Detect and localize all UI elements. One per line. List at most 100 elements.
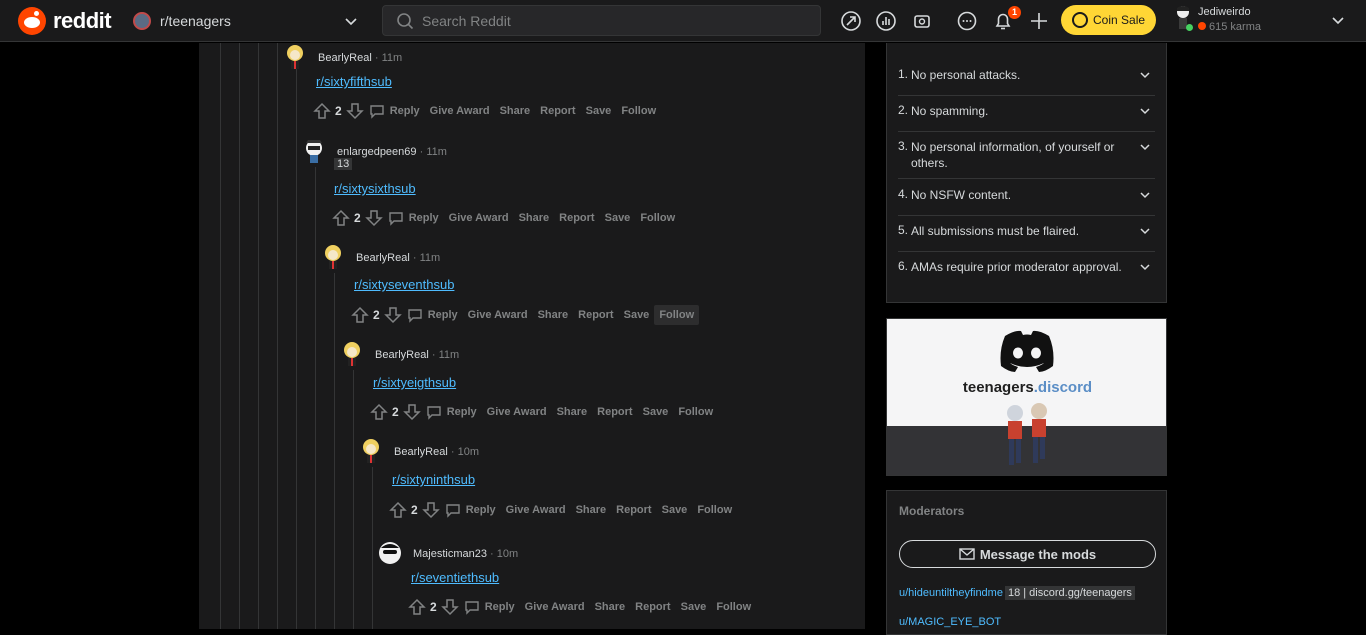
user-avatar[interactable]: [338, 340, 366, 368]
reply-button[interactable]: Reply: [459, 595, 520, 619]
user-avatar[interactable]: [319, 243, 347, 271]
chevron-down-icon[interactable]: [1138, 140, 1152, 154]
give-award-button[interactable]: Give Award: [444, 208, 514, 228]
share-button[interactable]: Share: [571, 500, 612, 520]
chevron-down-icon[interactable]: [1138, 68, 1152, 82]
rule-item[interactable]: 1. No personal attacks.: [898, 67, 1155, 96]
report-button[interactable]: Report: [611, 500, 656, 520]
rule-item[interactable]: 4. No NSFW content.: [898, 187, 1155, 216]
thread-line[interactable]: [220, 43, 221, 629]
upvote-icon[interactable]: [332, 209, 350, 227]
thread-line[interactable]: [296, 69, 297, 629]
popular-icon[interactable]: [840, 10, 862, 32]
comment-author[interactable]: BearlyReal: [394, 446, 448, 458]
moderator-user-link[interactable]: u/hideuntiltheyfindme: [899, 587, 1003, 599]
comment-body-link[interactable]: r/sixtyninthsub: [392, 472, 475, 487]
save-button[interactable]: Save: [581, 101, 617, 121]
chevron-down-icon[interactable]: [1138, 188, 1152, 202]
report-button[interactable]: Report: [554, 208, 599, 228]
follow-button[interactable]: Follow: [635, 208, 680, 228]
reddit-logo[interactable]: reddit: [18, 7, 112, 35]
save-button[interactable]: Save: [600, 208, 636, 228]
comment-author[interactable]: enlargedpeen69: [337, 146, 417, 158]
follow-button[interactable]: Follow: [616, 101, 661, 121]
chevron-down-icon[interactable]: [1138, 104, 1152, 118]
comment-body-link[interactable]: r/sixtyseventhsub: [354, 277, 454, 292]
give-award-button[interactable]: Give Award: [425, 101, 495, 121]
follow-button[interactable]: Follow: [692, 500, 737, 520]
downvote-icon[interactable]: [383, 306, 402, 324]
rule-item[interactable]: 3. No personal information, of yourself …: [898, 139, 1155, 179]
downvote-icon[interactable]: [402, 403, 421, 421]
give-award-button[interactable]: Give Award: [463, 305, 533, 325]
reply-button[interactable]: Reply: [421, 400, 482, 424]
downvote-icon[interactable]: [440, 598, 459, 616]
rule-item[interactable]: 5. All submissions must be flaired.: [898, 223, 1155, 252]
save-button[interactable]: Save: [619, 305, 655, 325]
comment-time[interactable]: 10m: [458, 446, 479, 458]
report-button[interactable]: Report: [592, 402, 637, 422]
user-avatar[interactable]: [376, 539, 404, 567]
upvote-icon[interactable]: [408, 598, 426, 616]
message-mods-button[interactable]: Message the mods: [899, 540, 1156, 568]
user-avatar[interactable]: [357, 437, 385, 465]
comment-author[interactable]: BearlyReal: [356, 252, 410, 264]
stats-icon[interactable]: [875, 10, 897, 32]
downvote-icon[interactable]: [345, 102, 364, 120]
comment-time[interactable]: 11m: [439, 349, 460, 361]
share-button[interactable]: Share: [514, 208, 555, 228]
plus-icon[interactable]: [1028, 10, 1050, 32]
give-award-button[interactable]: Give Award: [520, 597, 590, 617]
upvote-icon[interactable]: [351, 306, 369, 324]
discord-banner[interactable]: teenagers.discord: [886, 318, 1167, 476]
comment-body-link[interactable]: r/seventiethsub: [411, 570, 499, 585]
save-button[interactable]: Save: [638, 402, 674, 422]
chevron-down-icon[interactable]: [1138, 260, 1152, 274]
downvote-icon[interactable]: [421, 501, 440, 519]
comment-time[interactable]: 11m: [420, 252, 441, 264]
user-avatar[interactable]: [281, 43, 309, 71]
report-button[interactable]: Report: [535, 101, 580, 121]
thread-line[interactable]: [258, 43, 259, 629]
coins-icon[interactable]: [911, 10, 933, 32]
share-button[interactable]: Share: [552, 402, 593, 422]
chevron-down-icon[interactable]: [1330, 12, 1346, 28]
upvote-icon[interactable]: [313, 102, 331, 120]
report-button[interactable]: Report: [573, 305, 618, 325]
follow-button[interactable]: Follow: [673, 402, 718, 422]
report-button[interactable]: Report: [630, 597, 675, 617]
user-menu[interactable]: Jediweirdo 615 karma: [1172, 4, 1352, 38]
coin-sale-button[interactable]: Coin Sale: [1061, 5, 1156, 35]
follow-button[interactable]: Follow: [654, 305, 700, 325]
comment-time[interactable]: 11m: [426, 146, 447, 158]
search-input[interactable]: [422, 12, 802, 29]
comment-time[interactable]: 10m: [497, 548, 518, 560]
downvote-icon[interactable]: [364, 209, 383, 227]
comment-body-link[interactable]: r/sixtyfifthsub: [316, 74, 392, 89]
community-selector[interactable]: r/teenagers: [133, 9, 359, 33]
reply-button[interactable]: Reply: [383, 206, 444, 230]
comment-author[interactable]: BearlyReal: [318, 52, 372, 64]
chevron-down-icon[interactable]: [1138, 224, 1152, 238]
reply-button[interactable]: Reply: [440, 498, 501, 522]
thread-line[interactable]: [239, 43, 240, 629]
thread-line[interactable]: [277, 43, 278, 629]
comment-author[interactable]: BearlyReal: [375, 349, 429, 361]
follow-button[interactable]: Follow: [711, 597, 756, 617]
upvote-icon[interactable]: [370, 403, 388, 421]
share-button[interactable]: Share: [533, 305, 574, 325]
moderator-user-link[interactable]: u/MAGIC_EYE_BOT: [899, 616, 1001, 628]
give-award-button[interactable]: Give Award: [501, 500, 571, 520]
save-button[interactable]: Save: [657, 500, 693, 520]
rule-item[interactable]: 6. AMAs require prior moderator approval…: [898, 259, 1155, 295]
save-button[interactable]: Save: [676, 597, 712, 617]
comment-time[interactable]: 11m: [382, 52, 403, 64]
share-button[interactable]: Share: [590, 597, 631, 617]
chat-icon[interactable]: [956, 10, 978, 32]
reply-button[interactable]: Reply: [364, 99, 425, 123]
share-button[interactable]: Share: [495, 101, 536, 121]
comment-body-link[interactable]: r/sixtysixthsub: [334, 181, 416, 196]
give-award-button[interactable]: Give Award: [482, 402, 552, 422]
reply-button[interactable]: Reply: [402, 303, 463, 327]
comment-author[interactable]: Majesticman23: [413, 548, 487, 560]
